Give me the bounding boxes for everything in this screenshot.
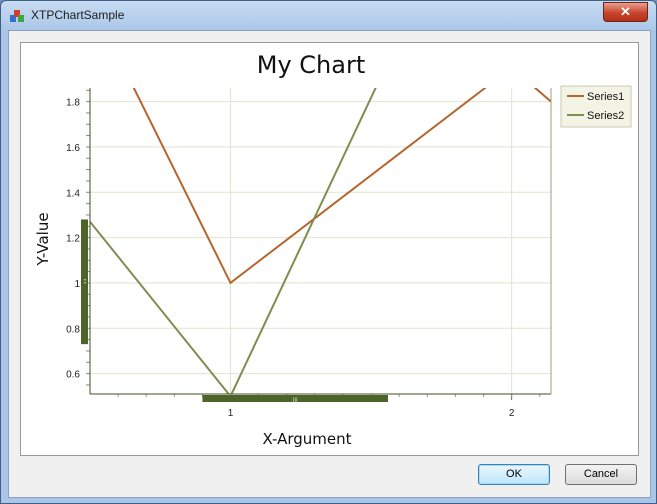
dialog-window: XTPChartSample ✕ My Chart X-Argument Y-V… xyxy=(0,0,657,504)
y-scrollbar-thumb[interactable] xyxy=(81,219,88,345)
x-scrollbar-grip: III xyxy=(293,398,298,404)
cancel-button[interactable]: Cancel xyxy=(565,464,637,485)
title-bar[interactable]: XTPChartSample ✕ xyxy=(1,1,656,29)
y-tick-label: 0.8 xyxy=(66,324,80,335)
y-axis-label: Y-Value xyxy=(34,212,52,266)
plot-area xyxy=(90,88,551,394)
y-tick-label: 1 xyxy=(74,279,80,290)
close-button[interactable]: ✕ xyxy=(603,2,648,22)
chart: My Chart X-Argument Y-Value 0.6 0.8 1 1.2 1.… xyxy=(34,51,632,448)
chart-frame: My Chart X-Argument Y-Value 0.6 0.8 1 1.2 1.… xyxy=(20,42,639,456)
dialog-client-area: My Chart X-Argument Y-Value 0.6 0.8 1 1.2 1.… xyxy=(8,30,651,498)
y-tick-label: 1.2 xyxy=(66,234,80,245)
ok-button[interactable]: OK xyxy=(478,464,550,485)
x-tick-label: 1 xyxy=(228,408,234,419)
x-tick-label: 2 xyxy=(509,408,515,419)
y-tick-label: 0.6 xyxy=(66,370,80,381)
y-tick-label: 1.8 xyxy=(66,98,80,109)
legend-label-series1: Series1 xyxy=(587,91,624,103)
window-title: XTPChartSample xyxy=(31,8,125,22)
x-axis-label: X-Argument xyxy=(262,430,351,448)
legend: Series1 Series2 xyxy=(560,85,632,128)
y-tick-label: 1.4 xyxy=(66,188,80,199)
y-tick-label: 1.6 xyxy=(66,143,80,154)
app-icon xyxy=(10,10,24,22)
chart-title: My Chart xyxy=(257,51,366,79)
legend-label-series2: Series2 xyxy=(587,110,624,122)
